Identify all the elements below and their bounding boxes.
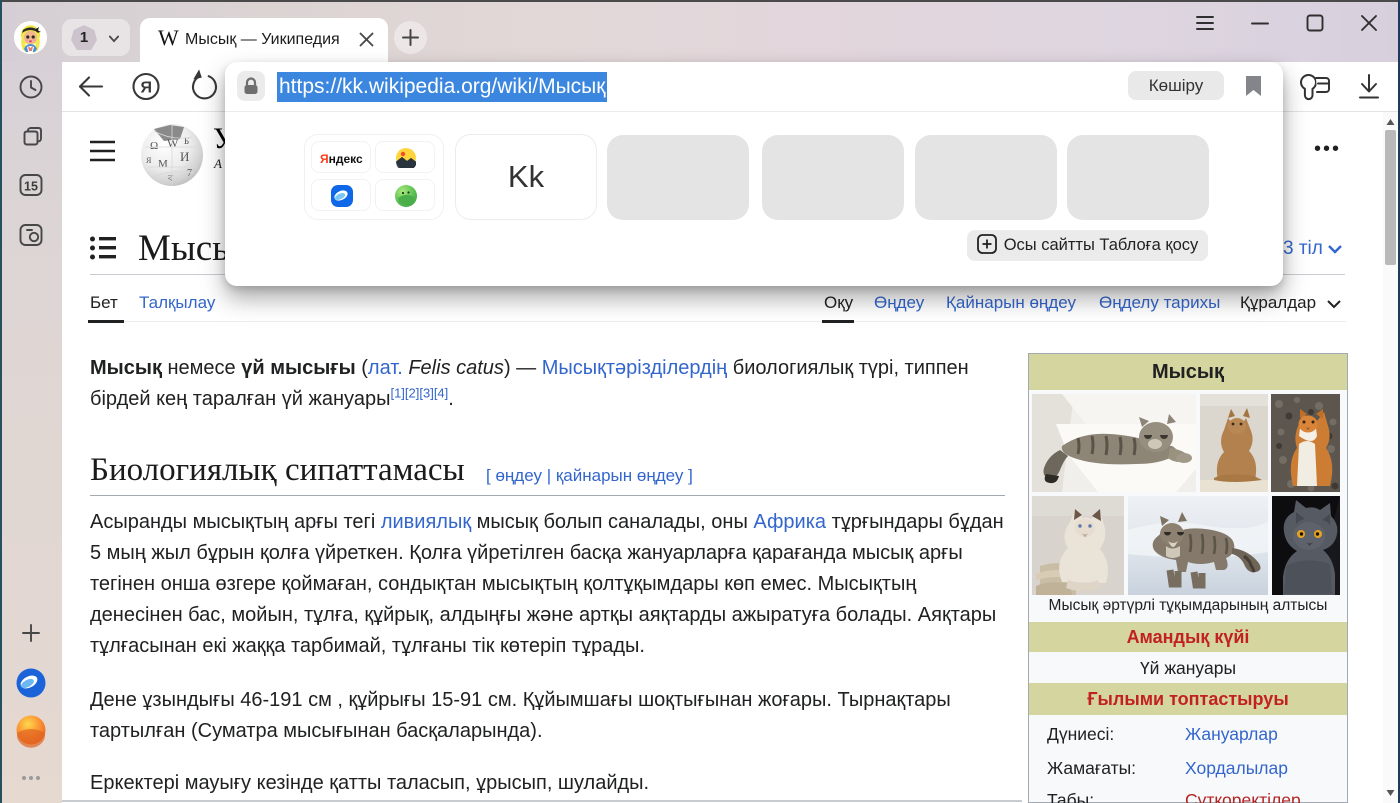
svg-text:М: М: [158, 158, 168, 170]
svg-text:Ω: Ω: [150, 140, 158, 152]
svg-text:Я: Я: [146, 156, 152, 165]
svg-text:7: 7: [187, 168, 192, 179]
svg-text:И: И: [180, 149, 189, 164]
svg-text:Я: Я: [141, 80, 153, 97]
svg-text:ব: ব: [167, 173, 174, 183]
svg-text:15: 15: [24, 180, 38, 194]
